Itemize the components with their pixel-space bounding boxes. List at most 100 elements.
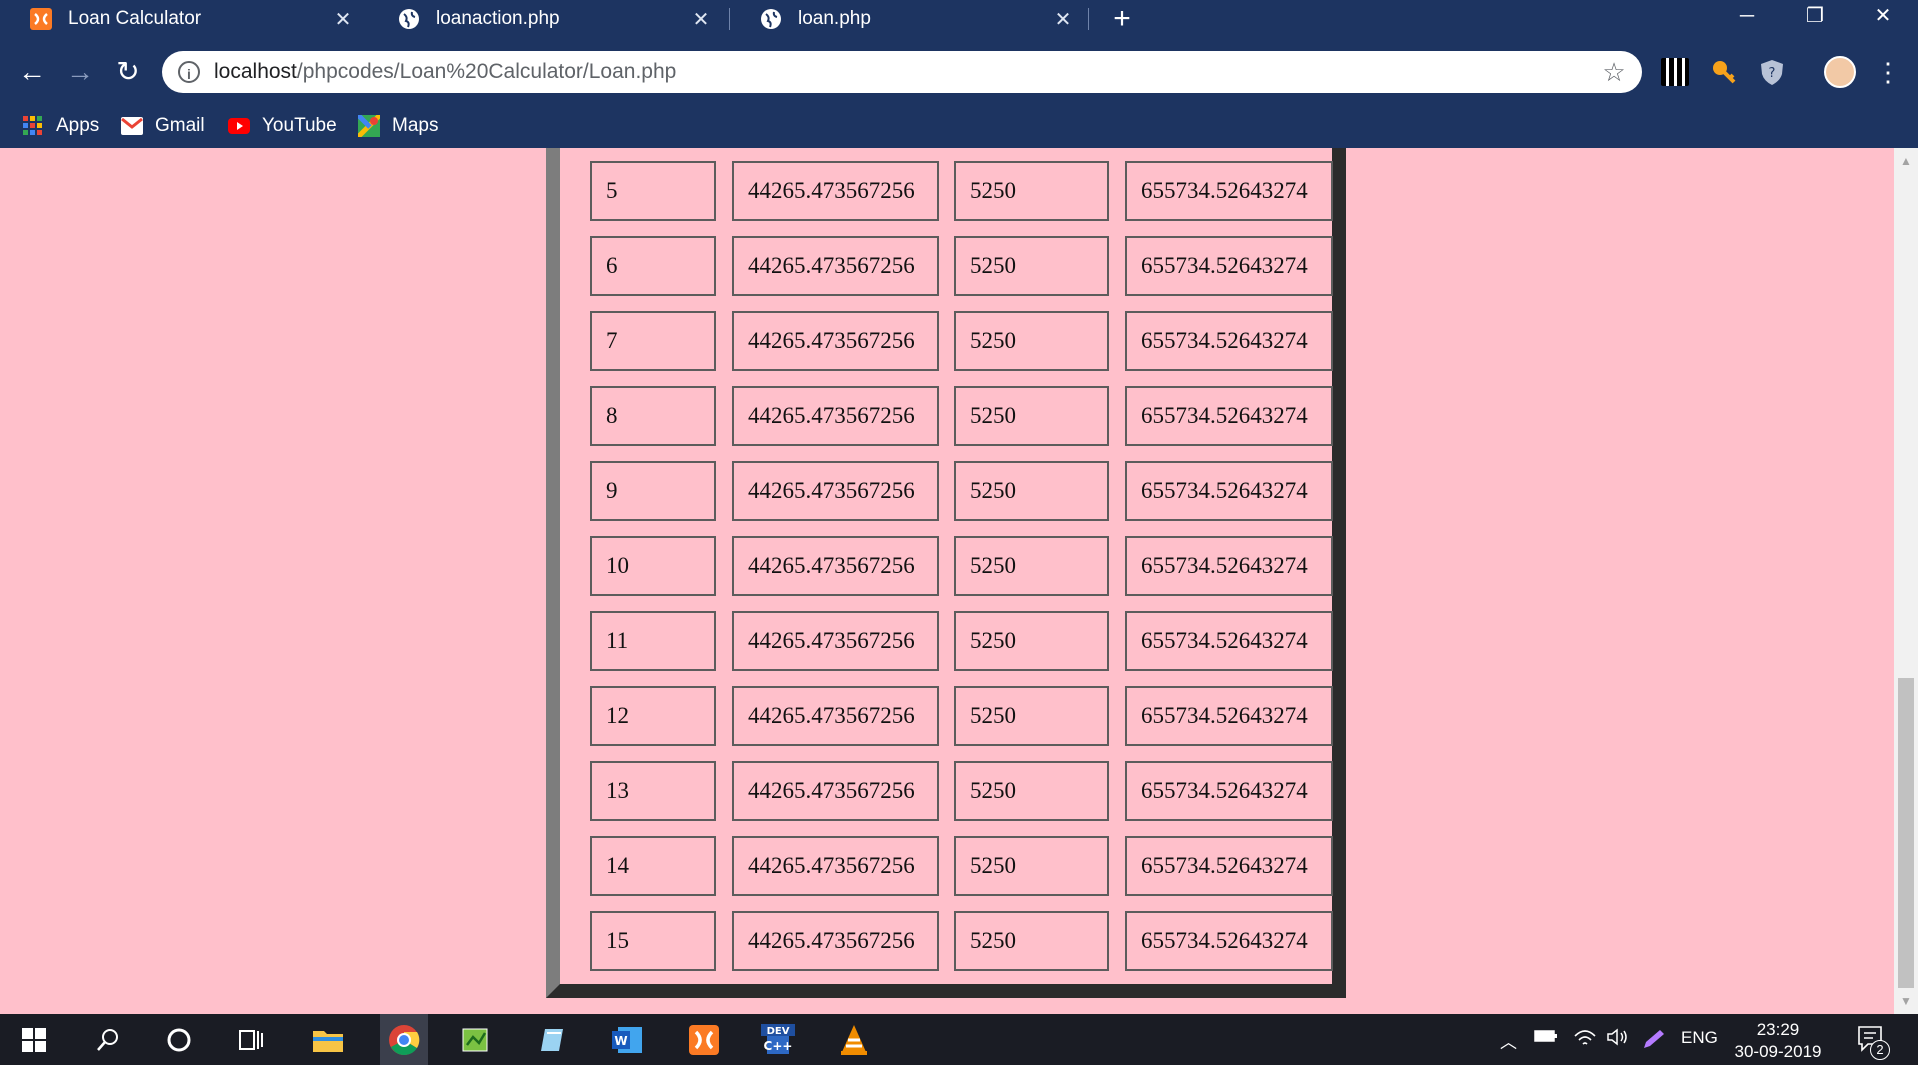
chevron-up-icon[interactable]: ︿ bbox=[1500, 1028, 1517, 1053]
notification-center-icon[interactable]: 2 bbox=[1856, 1024, 1890, 1060]
cell-payment: 44265.473567256 bbox=[732, 161, 939, 221]
notepad-icon[interactable] bbox=[532, 1020, 572, 1060]
scrollbar-thumb[interactable] bbox=[1898, 678, 1914, 988]
menu-kebab-icon[interactable]: ⋮ bbox=[1868, 52, 1908, 92]
dev-cpp-icon[interactable]: DEV C++ bbox=[758, 1020, 798, 1060]
page-viewport: 5 44265.473567256 5250 655734.52643274 6 4426… bbox=[0, 148, 1894, 1014]
tab-title: loan.php bbox=[798, 8, 871, 29]
cortana-icon[interactable] bbox=[159, 1020, 199, 1060]
word-icon[interactable]: W bbox=[608, 1020, 648, 1060]
tab-loan-calculator[interactable]: Loan Calculator ✕ bbox=[0, 0, 368, 38]
cell-interest: 5250 bbox=[954, 161, 1109, 221]
tab-separator bbox=[1088, 8, 1089, 30]
svg-text:W: W bbox=[614, 1034, 627, 1048]
clock-time: 23:29 bbox=[1756, 1020, 1800, 1039]
minimize-button[interactable]: ─ bbox=[1714, 0, 1780, 38]
vlc-icon[interactable] bbox=[834, 1020, 874, 1060]
system-clock[interactable]: 23:29 30-09-2019 bbox=[1724, 1019, 1832, 1063]
cell-month: 11 bbox=[590, 611, 716, 671]
pen-icon[interactable] bbox=[1642, 1028, 1666, 1055]
tab-strip: Loan Calculator ✕ loanaction.php ✕ loan.… bbox=[0, 0, 1918, 38]
language-indicator[interactable]: ENG bbox=[1681, 1028, 1718, 1048]
bookmarks-bar: Apps Gmail YouTube Maps bbox=[0, 106, 1918, 148]
file-explorer-icon[interactable] bbox=[308, 1020, 348, 1060]
cell-interest: 5250 bbox=[954, 911, 1109, 971]
scroll-up-arrow-icon[interactable]: ▲ bbox=[1894, 150, 1918, 172]
cell-balance: 655734.52643274 bbox=[1125, 536, 1333, 596]
reload-icon[interactable]: ↻ bbox=[108, 52, 148, 92]
cell-balance: 655734.52643274 bbox=[1125, 161, 1333, 221]
bookmark-label: Gmail bbox=[155, 115, 205, 136]
cell-payment: 44265.473567256 bbox=[732, 761, 939, 821]
address-bar[interactable]: i localhost/phpcodes/Loan%20Calculator/L… bbox=[162, 51, 1642, 93]
bookmark-star-icon[interactable]: ☆ bbox=[1600, 57, 1628, 88]
close-tab-icon[interactable]: ✕ bbox=[690, 7, 712, 32]
xampp-taskbar-icon[interactable] bbox=[684, 1020, 724, 1060]
cell-payment: 44265.473567256 bbox=[732, 911, 939, 971]
cell-interest: 5250 bbox=[954, 761, 1109, 821]
svg-text:DEV: DEV bbox=[767, 1026, 790, 1037]
close-window-button[interactable]: ✕ bbox=[1850, 0, 1916, 38]
task-view-icon[interactable] bbox=[231, 1020, 271, 1060]
forward-arrow-icon[interactable]: → bbox=[60, 52, 100, 92]
cell-month: 7 bbox=[590, 311, 716, 371]
cell-month: 6 bbox=[590, 236, 716, 296]
svg-text:?: ? bbox=[1769, 66, 1776, 81]
cell-month: 9 bbox=[590, 461, 716, 521]
cell-month: 10 bbox=[590, 536, 716, 596]
cell-month: 12 bbox=[590, 686, 716, 746]
wifi-icon[interactable] bbox=[1574, 1028, 1596, 1051]
restore-button[interactable]: ❐ bbox=[1782, 0, 1848, 38]
cell-payment: 44265.473567256 bbox=[732, 236, 939, 296]
close-tab-icon[interactable]: ✕ bbox=[332, 7, 354, 32]
browser-toolbar: ← → ↻ i localhost/phpcodes/Loan%20Calcul… bbox=[0, 38, 1918, 106]
profile-avatar[interactable] bbox=[1824, 56, 1856, 88]
cell-interest: 5250 bbox=[954, 236, 1109, 296]
xampp-icon bbox=[30, 8, 52, 30]
bookmark-youtube[interactable]: YouTube bbox=[228, 112, 337, 140]
bookmark-label: YouTube bbox=[262, 115, 337, 136]
cell-payment: 44265.473567256 bbox=[732, 311, 939, 371]
bookmark-apps[interactable]: Apps bbox=[22, 112, 99, 140]
back-arrow-icon[interactable]: ← bbox=[12, 52, 52, 92]
gmail-icon bbox=[121, 115, 143, 137]
cell-balance: 655734.52643274 bbox=[1125, 686, 1333, 746]
vertical-scrollbar[interactable]: ▲ ▼ bbox=[1894, 148, 1918, 1014]
url-text[interactable]: localhost/phpcodes/Loan%20Calculator/Loa… bbox=[214, 60, 1600, 84]
cell-balance: 655734.52643274 bbox=[1125, 911, 1333, 971]
apps-grid-icon bbox=[22, 115, 44, 137]
tab-loan[interactable]: loan.php ✕ bbox=[730, 0, 1088, 38]
youtube-icon bbox=[228, 115, 250, 137]
search-icon[interactable] bbox=[88, 1020, 128, 1060]
cell-interest: 5250 bbox=[954, 611, 1109, 671]
shield-extension-icon[interactable]: ? bbox=[1758, 58, 1786, 86]
bookmark-maps[interactable]: Maps bbox=[358, 112, 438, 140]
loan-table-frame: 5 44265.473567256 5250 655734.52643274 6 4426… bbox=[546, 148, 1346, 998]
cell-payment: 44265.473567256 bbox=[732, 536, 939, 596]
url-host: localhost bbox=[214, 60, 297, 83]
bookmark-gmail[interactable]: Gmail bbox=[121, 112, 205, 140]
windows-taskbar: W DEV C++ ︿ ENG 23:29 30-09-2019 2 bbox=[0, 1014, 1918, 1065]
qr-code-extension-icon[interactable] bbox=[1661, 58, 1689, 86]
cell-balance: 655734.52643274 bbox=[1125, 386, 1333, 446]
tab-title: Loan Calculator bbox=[68, 8, 202, 29]
close-tab-icon[interactable]: ✕ bbox=[1052, 7, 1074, 32]
cell-payment: 44265.473567256 bbox=[732, 386, 939, 446]
info-icon[interactable]: i bbox=[178, 61, 200, 83]
new-tab-button[interactable]: + bbox=[1107, 4, 1137, 34]
windows-start-icon[interactable] bbox=[14, 1020, 54, 1060]
chrome-taskbar-icon[interactable] bbox=[380, 1014, 428, 1065]
image-editor-icon[interactable] bbox=[456, 1020, 496, 1060]
key-extension-icon[interactable] bbox=[1710, 58, 1738, 86]
cell-balance: 655734.52643274 bbox=[1125, 461, 1333, 521]
volume-icon[interactable] bbox=[1606, 1028, 1630, 1051]
cell-month: 14 bbox=[590, 836, 716, 896]
maps-icon bbox=[358, 115, 380, 137]
cell-interest: 5250 bbox=[954, 536, 1109, 596]
tab-loanaction[interactable]: loanaction.php ✕ bbox=[368, 0, 726, 38]
scroll-down-arrow-icon[interactable]: ▼ bbox=[1894, 990, 1918, 1012]
cell-balance: 655734.52643274 bbox=[1125, 836, 1333, 896]
cell-month: 15 bbox=[590, 911, 716, 971]
cell-balance: 655734.52643274 bbox=[1125, 761, 1333, 821]
battery-icon[interactable] bbox=[1534, 1028, 1558, 1049]
